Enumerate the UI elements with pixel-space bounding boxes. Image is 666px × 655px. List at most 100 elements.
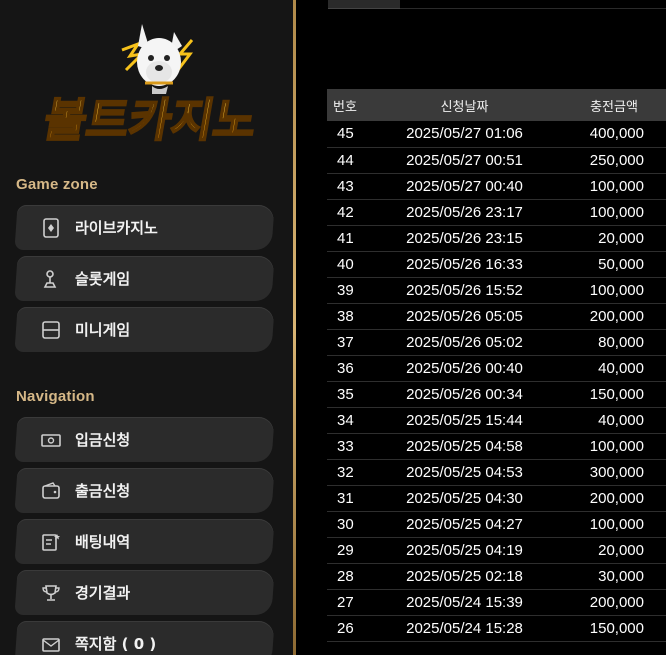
cell-date: 2025/05/26 16:33 <box>406 255 523 273</box>
main-content: 번호 신청날짜 충전금액 45 2025/05/27 01:06 400,000 44… <box>296 0 666 655</box>
menu-withdraw[interactable]: 출금신청 <box>14 468 275 513</box>
cell-amount: 200,000 <box>589 489 644 507</box>
table-row: 27 2025/05/24 15:39 200,000 <box>327 589 666 615</box>
cell-amount: 80,000 <box>598 333 644 351</box>
menu-slot-game[interactable]: 슬롯게임 <box>14 256 275 301</box>
table-row: 45 2025/05/27 01:06 400,000 <box>327 121 666 147</box>
column-header-number: 번호 <box>333 98 357 114</box>
cell-amount: 100,000 <box>589 203 644 221</box>
cell-number: 45 <box>337 125 354 143</box>
cell-date: 2025/05/26 05:02 <box>406 333 523 351</box>
menu-mini-game[interactable]: 미니게임 <box>14 307 275 352</box>
cell-date: 2025/05/25 15:44 <box>406 411 523 429</box>
cell-date: 2025/05/26 05:05 <box>406 307 523 325</box>
cash-icon <box>41 430 61 450</box>
card-icon <box>41 217 61 238</box>
cell-amount: 100,000 <box>589 437 644 455</box>
cell-amount: 150,000 <box>589 385 644 403</box>
table-row: 43 2025/05/27 00:40 100,000 <box>327 173 666 199</box>
menu-label: 경기결과 <box>75 584 131 602</box>
game-zone-title: Game zone <box>16 176 98 193</box>
menu-label: 입금신청 <box>75 431 131 449</box>
menu-label: 출금신청 <box>75 482 131 500</box>
cell-amount: 100,000 <box>589 177 644 195</box>
deposit-history-table: 번호 신청날짜 충전금액 45 2025/05/27 01:06 400,000 44… <box>327 89 666 642</box>
cell-number: 44 <box>337 151 354 169</box>
cell-date: 2025/05/27 00:51 <box>406 151 523 169</box>
tab-underline <box>400 8 666 9</box>
joystick-icon <box>41 269 61 289</box>
trophy-icon <box>41 583 61 603</box>
table-row: 31 2025/05/25 04:30 200,000 <box>327 485 666 511</box>
cell-date: 2025/05/25 04:53 <box>406 463 523 481</box>
cell-amount: 400,000 <box>589 125 644 143</box>
menu-deposit[interactable]: 입금신청 <box>14 417 275 462</box>
site-logo[interactable]: 볼트카지노 <box>24 8 274 148</box>
cell-number: 42 <box>337 203 354 221</box>
top-tab[interactable] <box>328 0 400 9</box>
cell-number: 38 <box>337 307 354 325</box>
table-body: 45 2025/05/27 01:06 400,000 44 2025/05/27 00… <box>327 121 666 641</box>
cell-number: 30 <box>337 515 354 533</box>
navigation-title: Navigation <box>16 388 95 405</box>
cell-date: 2025/05/25 04:19 <box>406 541 523 559</box>
cell-amount: 20,000 <box>598 541 644 559</box>
cell-number: 43 <box>337 177 354 195</box>
cell-date: 2025/05/26 15:52 <box>406 281 523 299</box>
cell-date: 2025/05/27 00:40 <box>406 177 523 195</box>
table-row: 32 2025/05/25 04:53 300,000 <box>327 459 666 485</box>
menu-inbox[interactable]: 쪽지함 ( 0 ) <box>14 621 275 655</box>
logo-text: 볼트카지노 <box>39 92 262 148</box>
wallet-icon <box>41 481 61 501</box>
menu-label: 쪽지함 ( 0 ) <box>75 635 157 653</box>
table-row: 40 2025/05/26 16:33 50,000 <box>327 251 666 277</box>
cell-amount: 200,000 <box>589 593 644 611</box>
cell-number: 41 <box>337 229 354 247</box>
cell-number: 39 <box>337 281 354 299</box>
cell-number: 40 <box>337 255 354 273</box>
cell-date: 2025/05/24 15:28 <box>406 619 523 637</box>
cell-amount: 50,000 <box>598 255 644 273</box>
cell-number: 29 <box>337 541 354 559</box>
cell-date: 2025/05/26 23:15 <box>406 229 523 247</box>
table-row: 39 2025/05/26 15:52 100,000 <box>327 277 666 303</box>
cell-number: 35 <box>337 385 354 403</box>
cell-number: 34 <box>337 411 354 429</box>
table-row: 33 2025/05/25 04:58 100,000 <box>327 433 666 459</box>
cell-amount: 40,000 <box>598 411 644 429</box>
cell-date: 2025/05/26 23:17 <box>406 203 523 221</box>
cell-number: 32 <box>337 463 354 481</box>
cell-date: 2025/05/27 01:06 <box>406 125 523 143</box>
cell-amount: 30,000 <box>598 567 644 585</box>
cell-date: 2025/05/25 04:27 <box>406 515 523 533</box>
cell-amount: 250,000 <box>589 151 644 169</box>
column-header-amount: 충전금액 <box>590 98 638 114</box>
menu-live-casino[interactable]: 라이브카지노 <box>14 205 275 250</box>
table-row: 38 2025/05/26 05:05 200,000 <box>327 303 666 329</box>
menu-match-results[interactable]: 경기결과 <box>14 570 275 615</box>
cell-date: 2025/05/26 00:40 <box>406 359 523 377</box>
window-icon <box>41 320 61 340</box>
cell-number: 36 <box>337 359 354 377</box>
menu-label: 배팅내역 <box>75 533 131 551</box>
cell-amount: 20,000 <box>598 229 644 247</box>
cell-amount: 100,000 <box>589 515 644 533</box>
cell-amount: 150,000 <box>589 619 644 637</box>
menu-label: 슬롯게임 <box>75 270 131 288</box>
menu-label: 라이브카지노 <box>75 219 158 237</box>
table-row: 37 2025/05/26 05:02 80,000 <box>327 329 666 355</box>
mail-icon <box>41 634 61 654</box>
table-row: 42 2025/05/26 23:17 100,000 <box>327 199 666 225</box>
table-row: 28 2025/05/25 02:18 30,000 <box>327 563 666 589</box>
cell-number: 26 <box>337 619 354 637</box>
cell-date: 2025/05/25 04:30 <box>406 489 523 507</box>
cell-date: 2025/05/24 15:39 <box>406 593 523 611</box>
cell-number: 33 <box>337 437 354 455</box>
table-row: 36 2025/05/26 00:40 40,000 <box>327 355 666 381</box>
note-icon <box>41 532 61 552</box>
menu-bet-history[interactable]: 배팅내역 <box>14 519 275 564</box>
table-row: 44 2025/05/27 00:51 250,000 <box>327 147 666 173</box>
cell-number: 31 <box>337 489 354 507</box>
cell-amount: 40,000 <box>598 359 644 377</box>
svg-text:볼트카지노: 볼트카지노 <box>40 93 261 147</box>
